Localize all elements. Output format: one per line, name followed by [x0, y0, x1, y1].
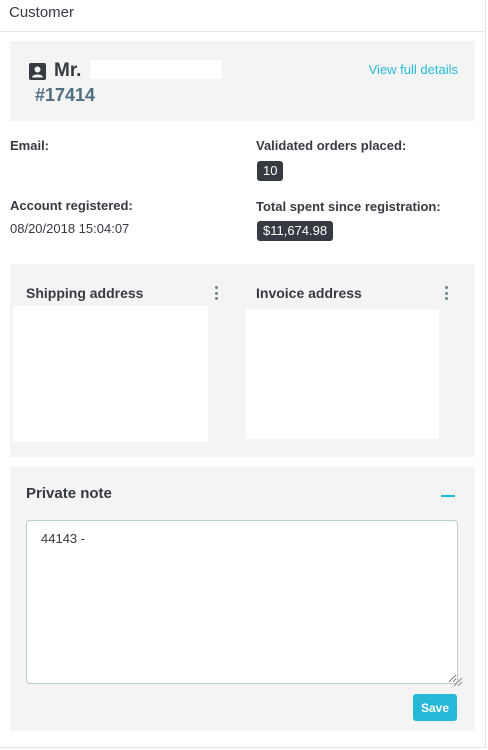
collapse-icon[interactable]	[441, 495, 455, 497]
save-button[interactable]: Save	[413, 694, 457, 721]
card-title: Customer	[9, 4, 75, 21]
view-full-details-link[interactable]: View full details	[369, 62, 458, 77]
shipping-address-title: Shipping address	[26, 285, 144, 301]
person-icon	[29, 63, 46, 80]
invoice-address-title: Invoice address	[256, 285, 362, 301]
customer-name: Mr.	[54, 60, 82, 81]
validated-orders-label: Validated orders placed:	[256, 138, 407, 153]
invoice-address-box	[246, 309, 439, 439]
resize-grip-icon[interactable]	[453, 677, 463, 687]
card-header: Customer	[0, 0, 486, 32]
private-note-title: Private note	[26, 485, 112, 502]
private-note-section: Private note 44143 - Save	[10, 467, 475, 731]
redacted-name	[90, 60, 222, 79]
shipping-address-box	[13, 306, 208, 442]
invoice-kebab-menu-icon[interactable]	[444, 286, 450, 302]
total-spent-badge: $11,674.98	[257, 221, 334, 241]
email-label: Email:	[10, 138, 50, 153]
validated-orders-badge: 10	[257, 161, 284, 181]
private-note-textarea[interactable]: 44143 -	[26, 520, 458, 684]
customer-summary: Mr. #17414 View full details	[10, 41, 475, 121]
account-registered-value: 08/20/2018 15:04:07	[10, 221, 130, 236]
addresses-section: Shipping address Invoice address	[10, 264, 475, 457]
customer-card: Customer Mr. #17414 View full details Em…	[0, 0, 486, 748]
account-registered-label: Account registered:	[10, 198, 133, 213]
customer-id[interactable]: #17414	[35, 85, 95, 106]
total-spent-label: Total spent since registration:	[256, 199, 441, 214]
shipping-kebab-menu-icon[interactable]	[214, 286, 220, 302]
